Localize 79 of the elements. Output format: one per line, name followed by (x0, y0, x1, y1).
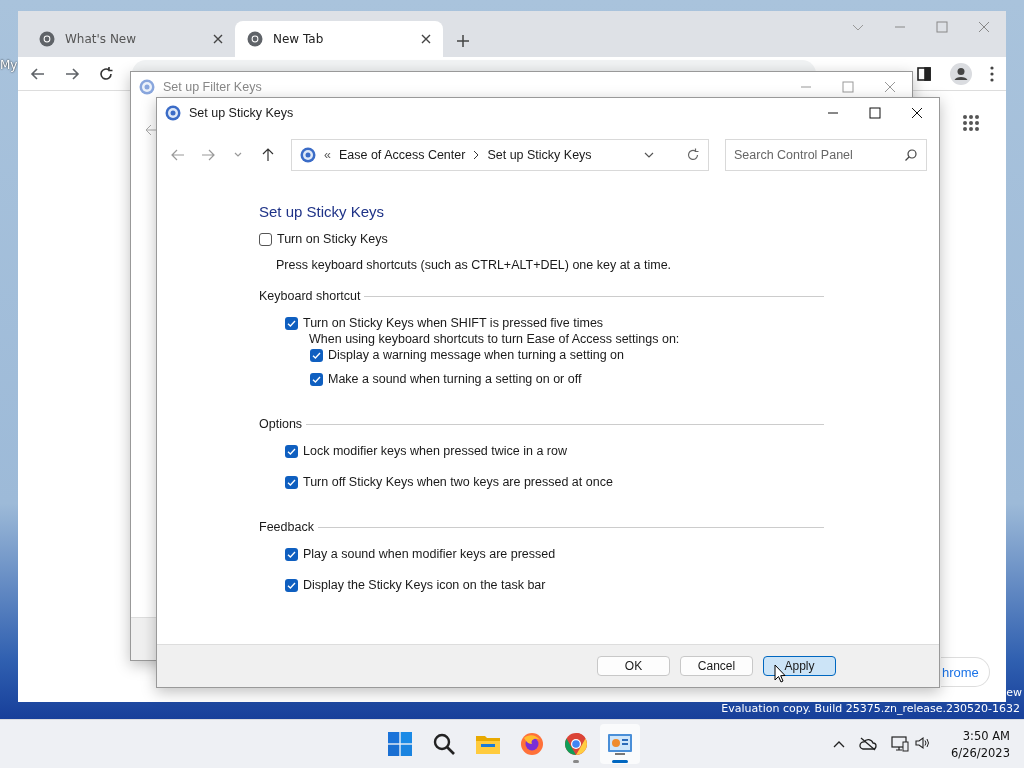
chrome-logo-icon (247, 31, 263, 47)
checkbox[interactable] (259, 232, 272, 246)
checkbox[interactable] (285, 316, 298, 330)
side-panel-icon[interactable] (916, 65, 932, 82)
address-bar[interactable]: « Ease of Access Center Set up Sticky Keys (291, 139, 709, 171)
browser-tab[interactable]: New Tab (235, 21, 443, 57)
checkbox[interactable] (285, 475, 298, 489)
forward-arrow-icon[interactable] (64, 65, 80, 82)
network-icon[interactable] (891, 736, 910, 752)
search-field[interactable]: Search Control Panel (725, 139, 927, 171)
chrome-logo-icon (39, 31, 55, 47)
window-title: Set up Filter Keys (163, 79, 263, 94)
section-heading: Feedback (259, 520, 314, 534)
new-tab-icon[interactable] (457, 35, 469, 47)
section-heading: Options (259, 417, 303, 431)
search-icon (432, 732, 456, 756)
breadcrumb-item[interactable]: Set up Sticky Keys (487, 148, 634, 162)
checkbox-label[interactable]: Display a warning message when turning a setting on (328, 348, 624, 362)
window-title: Set up Sticky Keys (189, 105, 295, 120)
close-icon[interactable] (421, 34, 431, 44)
volume-icon[interactable] (915, 736, 932, 750)
forward-arrow-icon[interactable] (201, 148, 215, 162)
checkbox-label[interactable]: Display the Sticky Keys icon on the task bar (303, 578, 546, 592)
firefox-logo-icon (520, 732, 544, 756)
menu-icon[interactable] (990, 65, 994, 82)
running-indicator (612, 760, 628, 763)
description-text: Press keyboard shortcuts (such as CTRL+ALT+DEL) one key at a time. (276, 258, 673, 272)
control-panel-icon (607, 732, 633, 756)
page-heading: Set up Sticky Keys (259, 203, 386, 220)
windows-logo-icon (388, 732, 412, 756)
chevron-up-icon[interactable] (833, 740, 846, 748)
cloud-off-icon[interactable] (859, 737, 878, 751)
profile-icon[interactable] (950, 62, 972, 85)
folder-icon (475, 733, 501, 755)
breadcrumb-item[interactable]: Ease of Access Center (338, 148, 466, 162)
checkbox[interactable] (285, 578, 298, 592)
back-arrow-icon[interactable] (30, 65, 46, 82)
desktop-icon-label: My (0, 58, 18, 72)
customize-button[interactable]: hrome (941, 657, 990, 687)
dialog-button[interactable]: Apply (763, 656, 836, 676)
checkbox[interactable] (285, 444, 298, 458)
cursor-icon (774, 664, 786, 683)
note-text: When using keyboard shortcuts to turn Ease of Access settings on: (309, 332, 680, 346)
dialog-button[interactable]: OK (597, 656, 670, 676)
search-icon[interactable] (904, 148, 918, 162)
checkbox-label[interactable]: Play a sound when modifier keys are pressed (303, 547, 556, 561)
running-indicator (573, 760, 579, 763)
watermark-text: Evaluation copy. Build 25375.zn_release.230520-1632 (721, 702, 1020, 715)
checkbox[interactable] (310, 372, 323, 386)
accessibility-icon (139, 78, 155, 95)
section-heading: Keyboard shortcut (259, 289, 361, 303)
reload-icon[interactable] (98, 65, 114, 82)
chevron-right-icon (473, 151, 480, 159)
checkbox-label[interactable]: Turn off Sticky Keys when two keys are pressed at once (303, 475, 613, 489)
checkbox-label[interactable]: Turn on Sticky Keys when SHIFT is pressed five times (303, 316, 604, 330)
watermark-text: ew (1006, 686, 1022, 699)
chrome-logo-icon (564, 732, 588, 756)
back-arrow-icon[interactable] (171, 148, 185, 162)
checkbox-label[interactable]: Turn on Sticky Keys (277, 232, 388, 246)
breadcrumb-separator: « (324, 148, 331, 162)
time-text: 3:50 AM (962, 728, 1010, 743)
clock[interactable]: 3:50 AM 6/26/2023 (951, 728, 1010, 760)
checkbox-label[interactable]: Lock modifier keys when pressed twice in a row (303, 444, 567, 458)
checkbox[interactable] (285, 547, 298, 561)
date-text: 6/26/2023 (951, 745, 1010, 760)
close-icon[interactable] (911, 106, 923, 119)
search-placeholder: Search Control Panel (734, 148, 853, 162)
browser-tab[interactable]: What's New (27, 21, 235, 57)
refresh-icon[interactable] (686, 148, 700, 162)
apps-grid-icon[interactable] (962, 114, 980, 132)
accessibility-icon (300, 147, 316, 163)
close-icon[interactable] (213, 34, 223, 44)
dialog-button[interactable]: Cancel (680, 656, 753, 676)
maximize-icon[interactable] (869, 106, 881, 119)
checkbox[interactable] (310, 348, 323, 362)
accessibility-icon (165, 104, 181, 121)
up-arrow-icon[interactable] (261, 148, 275, 162)
checkbox-label[interactable]: Make a sound when turning a setting on or off (328, 372, 582, 386)
back-arrow-icon[interactable] (145, 123, 159, 137)
